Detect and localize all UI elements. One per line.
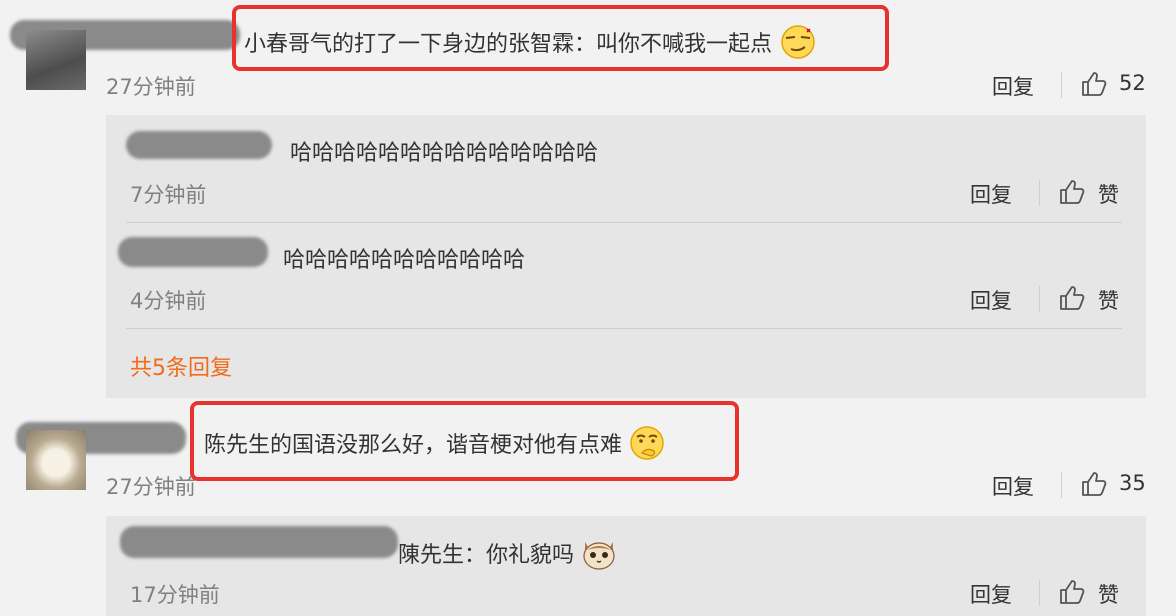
divider [1039,286,1040,312]
comment-text: 小春哥气的打了一下身边的张智霖：叫你不喊我一起点 [244,32,773,57]
divider [126,328,1122,329]
like-label[interactable]: 赞 [1098,579,1119,609]
reply-button[interactable]: 回复 [992,471,1034,501]
like-label[interactable]: 赞 [1098,285,1119,315]
reply-button[interactable]: 回复 [970,179,1012,209]
like-label[interactable]: 赞 [1098,179,1119,209]
reply-button[interactable]: 回复 [970,579,1012,609]
reply-text-row: 陳先生：你礼貌吗 [398,536,617,576]
reply-time: 7分钟前 [130,183,207,207]
comment-text: 陈先生的国语没那么好，谐音梗对他有点难 [204,433,623,458]
thumbs-up-icon[interactable] [1058,578,1086,606]
divider [126,222,1122,223]
reply-username-redacted[interactable] [126,131,272,159]
reply-time: 17分钟前 [130,583,220,607]
more-replies-link[interactable]: 共5条回复 [130,350,232,382]
like-count: 35 [1119,471,1146,495]
reply-button[interactable]: 回复 [970,285,1012,315]
reply-username-redacted[interactable] [120,526,398,558]
divider [1061,472,1062,498]
comment-text-row: 陈先生的国语没那么好，谐音梗对他有点难 [204,426,665,466]
comment-time: 27分钟前 [106,475,196,499]
thumbs-up-icon[interactable] [1058,178,1086,206]
thumbs-up-icon[interactable] [1058,284,1086,312]
reply-username-redacted[interactable] [118,237,268,267]
divider [1039,180,1040,206]
thumbs-up-icon[interactable] [1080,70,1108,98]
reply-button[interactable]: 回复 [992,71,1034,101]
divider [1039,580,1040,606]
reply-text: 陳先生：你礼貌吗 [398,543,575,568]
divider [1061,72,1062,98]
avatar[interactable] [26,430,86,490]
avatar[interactable] [26,30,86,90]
thinking-emoji-icon [629,426,665,466]
cat-emoji-icon [581,536,617,576]
reply-time: 4分钟前 [130,289,207,313]
thumbs-up-icon[interactable] [1080,470,1108,498]
like-count: 52 [1119,71,1146,95]
comment-time: 27分钟前 [106,75,196,99]
reply-text: 哈哈哈哈哈哈哈哈哈哈哈哈哈哈 [290,141,599,166]
reply-text: 哈哈哈哈哈哈哈哈哈哈哈 [283,248,526,273]
smirk-emoji-icon [779,25,817,65]
comment-text-row: 小春哥气的打了一下身边的张智霖：叫你不喊我一起点 [244,25,817,65]
